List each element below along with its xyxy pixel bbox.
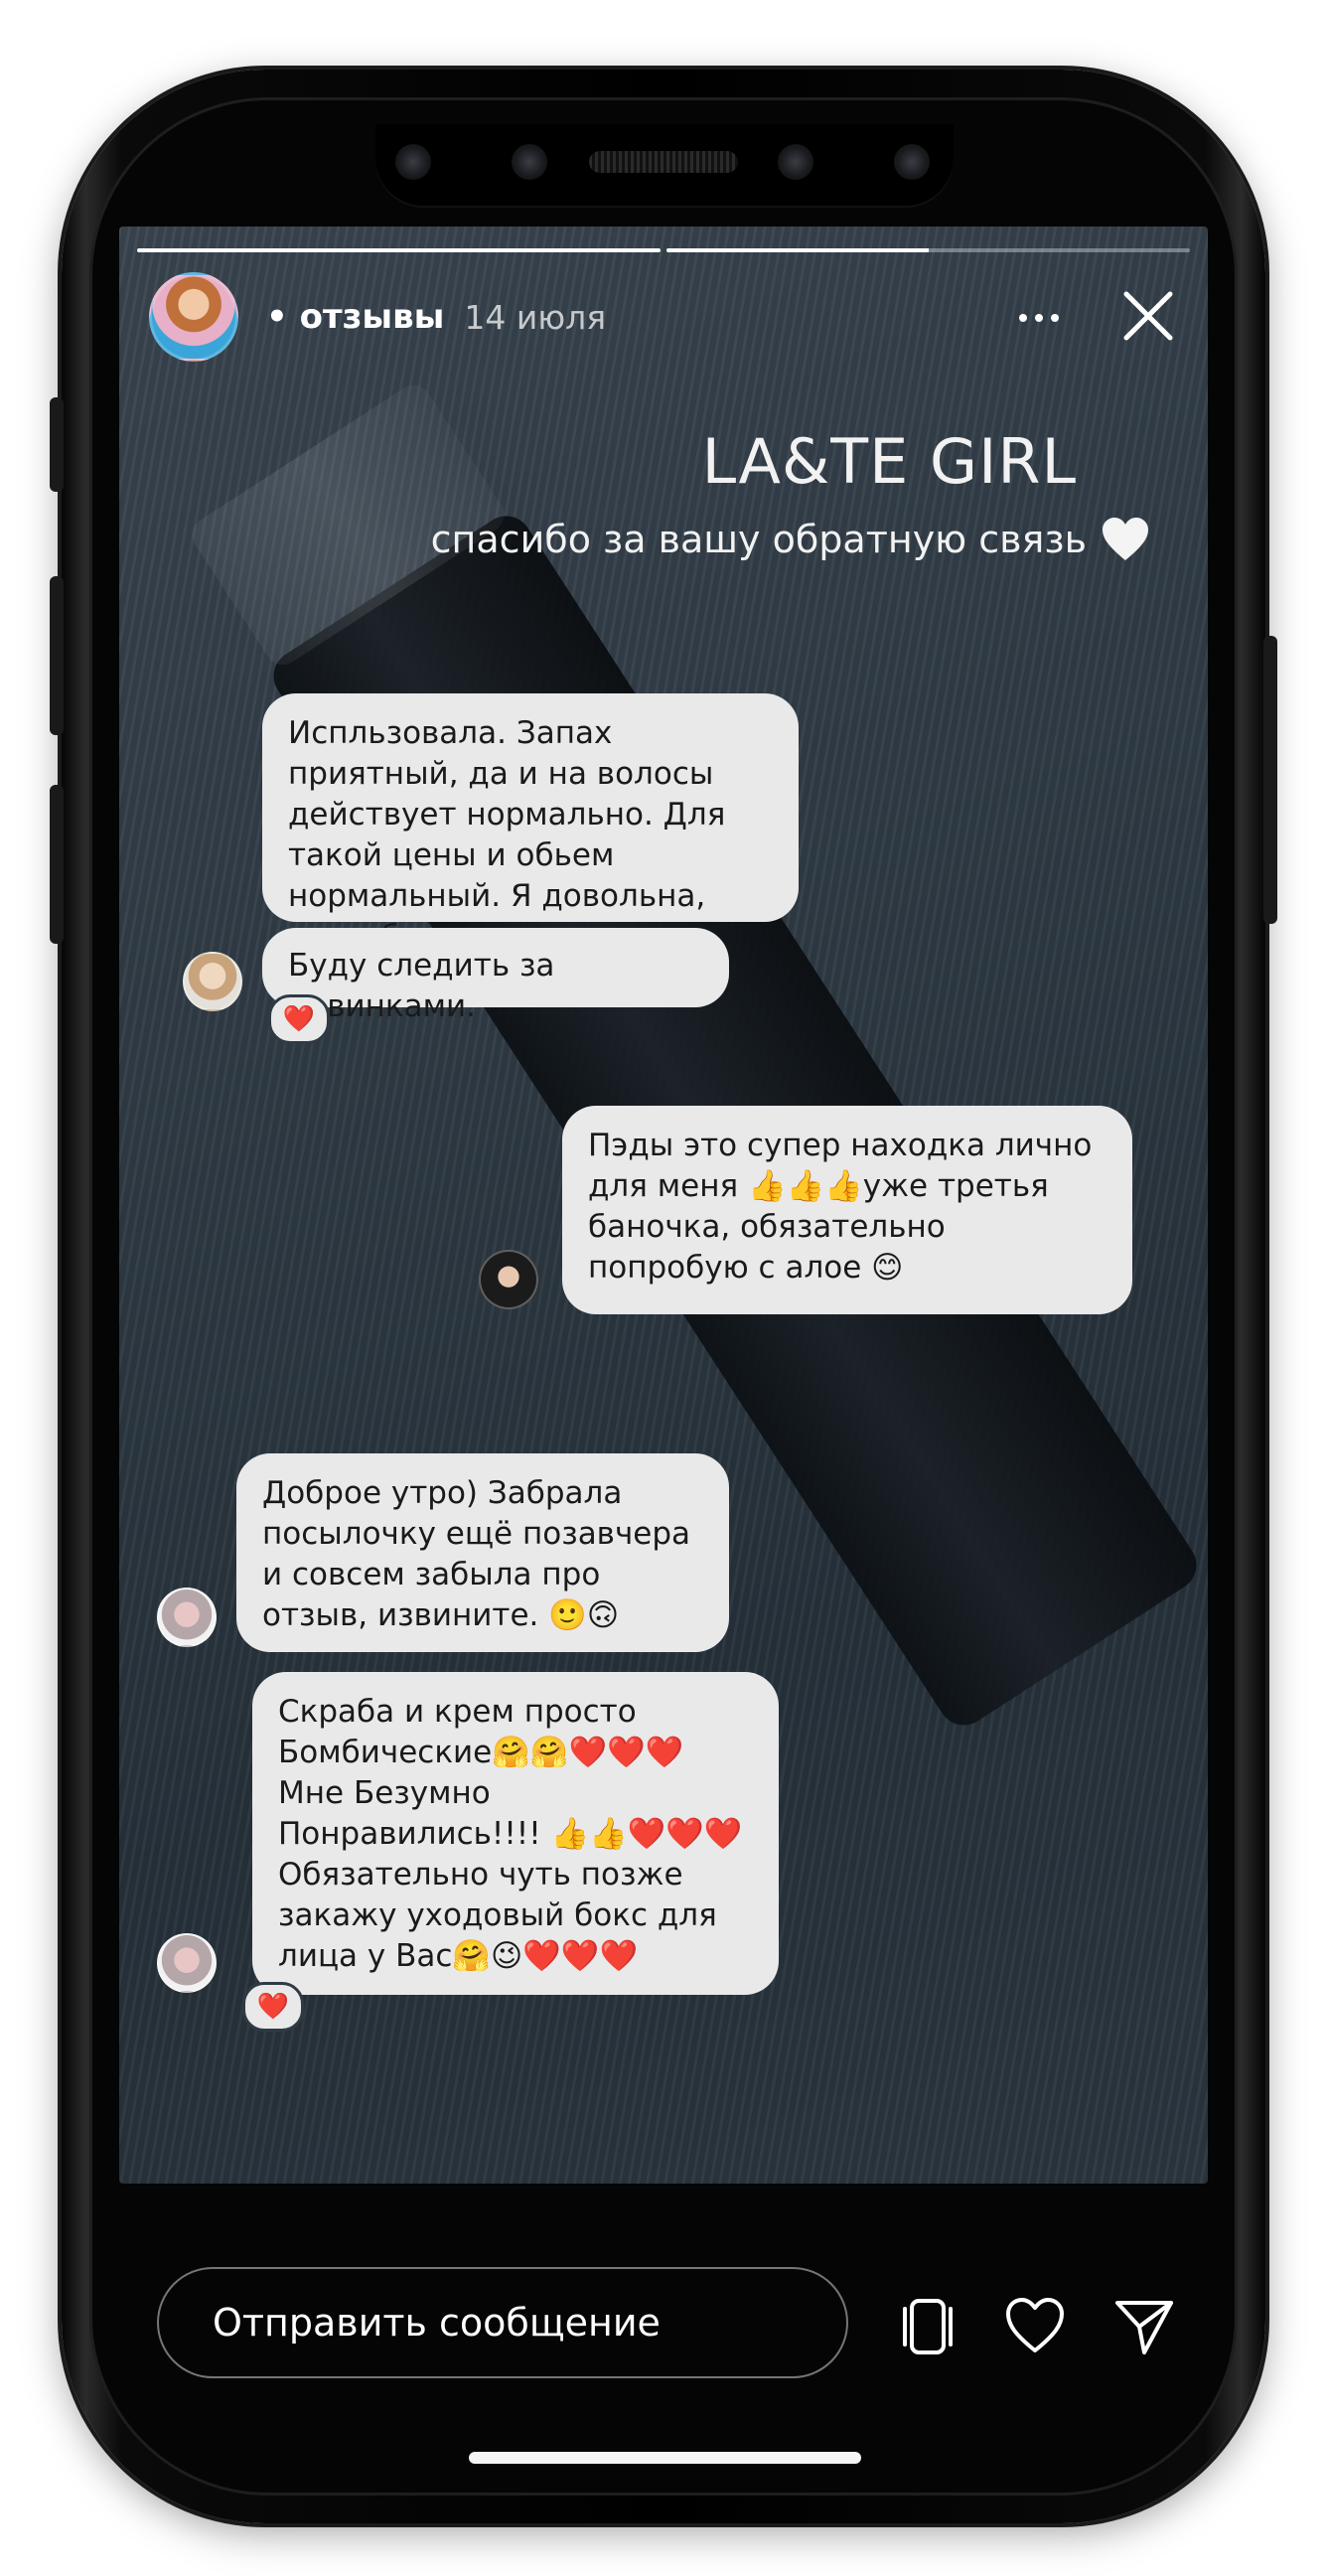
volume-down-button	[50, 785, 64, 944]
story-title: LA&TE GIRL	[701, 425, 1077, 498]
sensor-icon	[395, 144, 431, 180]
progress-fill	[666, 248, 929, 252]
progress-fill	[137, 248, 661, 252]
reviewer-avatar	[157, 1588, 217, 1647]
sensor-icon	[894, 144, 930, 180]
heart-reaction: ❤️	[242, 1982, 304, 2032]
review-bubble: Доброе утро) Забрала посылочку ещё позав…	[236, 1453, 729, 1652]
story-reply-bar: Отправить сообщение	[119, 2184, 1208, 2382]
review-bubble: Пэды это супер находка лично для меня 👍👍…	[562, 1106, 1132, 1314]
heart-reaction: ❤️	[268, 994, 330, 1044]
close-icon[interactable]	[1118, 286, 1178, 346]
heart-icon[interactable]	[1003, 2295, 1067, 2358]
reviewer-avatar	[183, 952, 242, 1011]
white-heart-icon	[1103, 518, 1148, 560]
send-icon[interactable]	[1112, 2295, 1176, 2358]
home-indicator[interactable]	[469, 2452, 861, 2464]
silent-switch	[50, 397, 64, 492]
reviewer-avatar	[479, 1250, 538, 1309]
review-text: Испльзовала. Запах приятный, да и на вол…	[288, 715, 726, 955]
power-button	[1263, 636, 1277, 924]
story-username[interactable]: • отзывы	[266, 297, 444, 337]
earpiece-speaker	[589, 151, 738, 173]
story-date: 14 июля	[464, 297, 607, 337]
reaction-emoji: ❤️	[256, 1992, 290, 2022]
progress-segment	[137, 248, 661, 252]
avatar[interactable]	[149, 272, 238, 362]
story-subtitle: спасибо за вашу обратную связь	[431, 517, 1150, 562]
notch	[375, 124, 954, 208]
progress-segment	[666, 248, 1190, 252]
more-icon[interactable]	[1009, 298, 1069, 338]
review-text: Скраба и крем просто Бомбические🤗🤗❤️❤️❤️…	[278, 1694, 743, 1974]
subtitle-text: спасибо за вашу обратную связь	[430, 518, 1087, 561]
reaction-emoji: ❤️	[282, 1004, 316, 1034]
story-screen[interactable]: • отзывы 14 июля LA&TE GIRL спасибо за в…	[119, 227, 1208, 2184]
message-placeholder: Отправить сообщение	[213, 2301, 661, 2345]
message-input[interactable]: Отправить сообщение	[157, 2267, 848, 2378]
reels-icon[interactable]	[896, 2295, 959, 2358]
story-progress	[137, 248, 1190, 252]
sensor-icon	[512, 144, 547, 180]
review-text: Доброе утро) Забрала посылочку ещё позав…	[262, 1475, 691, 1633]
volume-up-button	[50, 576, 64, 735]
review-bubble: Испльзовала. Запах приятный, да и на вол…	[262, 693, 799, 955]
review-text: Пэды это супер находка лично для меня 👍👍…	[588, 1128, 1093, 1286]
review-bubble: Буду следить за новинками.	[262, 928, 729, 1024]
review-bubble: Скраба и крем просто Бомбические🤗🤗❤️❤️❤️…	[252, 1672, 779, 1995]
front-camera-icon	[778, 144, 813, 180]
reviewer-avatar	[157, 1933, 217, 1993]
story-header: • отзывы 14 июля	[149, 272, 1178, 362]
